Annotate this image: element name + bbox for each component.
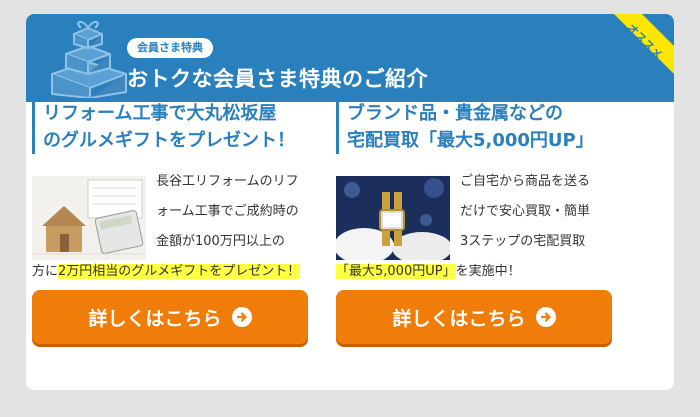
kaitori-desc-line2: だけで安心買取・簡単: [460, 204, 591, 219]
house-calculator-image: [32, 176, 146, 260]
kaitori-offer-title: ブランド品・貴金属などの 宅配買取「最大5,000円UP」: [336, 100, 612, 154]
arrow-right-circle-icon: [231, 307, 252, 327]
reform-title-line1: リフォーム工事で大丸松坂屋: [43, 103, 277, 124]
reform-details-button[interactable]: 詳しくはこちら: [32, 290, 308, 344]
recommend-ribbon: オススメ: [594, 14, 674, 94]
benefits-header: 会員さま特典 おトクな会員さま特典のご紹介 オススメ: [26, 14, 674, 102]
reform-offer-title: リフォーム工事で大丸松坂屋 のグルメギフトをプレゼント！: [32, 100, 308, 154]
reform-desc-line3: 金額が100万円以上の: [156, 234, 285, 249]
member-benefit-badge: 会員さま特典: [127, 38, 213, 58]
kaitori-desc-line4: 「最大5,000円UP」を実施中！: [336, 262, 521, 282]
takuhai-kaitori-offer: ブランド品・貴金属などの 宅配買取「最大5,000円UP」 ご自宅から商品を送る…: [336, 100, 612, 294]
reform-title-line2: のグルメギフトをプレゼント！: [43, 130, 295, 151]
arrow-right-circle-icon: [535, 307, 556, 327]
kaitori-desc-line1: ご自宅から商品を送る: [460, 174, 591, 189]
reform-details-label: 詳しくはこちら: [88, 307, 222, 330]
kaitori-details-button[interactable]: 詳しくはこちら: [336, 290, 612, 344]
kaitori-offer-body: ご自宅から商品を送る だけで安心買取・簡単 3ステップの宅配買取 「最大5,00…: [336, 172, 612, 294]
gift-boxes-icon: [51, 21, 127, 98]
kaitori-details-label: 詳しくはこちら: [392, 307, 526, 330]
kaitori-desc-line3: 3ステップの宅配買取: [460, 234, 586, 249]
kaitori-highlight-text: 「最大5,000円UP」: [336, 264, 456, 279]
reform-highlight-text: 2万円相当のグルメギフトをプレゼント！: [58, 264, 301, 279]
kaitori-desc-suffix: を実施中！: [455, 264, 521, 279]
reform-desc-line1: 長谷工リフォームのリフ: [156, 174, 299, 189]
kaitori-title-line1: ブランド品・貴金属などの: [347, 103, 563, 124]
page-title: おトクな会員さま特典のご紹介: [127, 67, 428, 91]
reform-offer: リフォーム工事で大丸松坂屋 のグルメギフトをプレゼント！ 長谷工リフォームのリフ…: [32, 100, 308, 294]
reform-desc-line2: ォーム工事でご成約時の: [156, 204, 299, 219]
reform-desc-line4: 方に2万円相当のグルメギフトをプレゼント！: [32, 262, 301, 282]
ribbon-shape-icon: オススメ: [614, 14, 674, 74]
watch-gloves-image: [336, 176, 450, 260]
reform-desc-prefix: 方に: [32, 264, 59, 279]
kaitori-title-line2: 宅配買取「最大5,000円UP」: [347, 130, 594, 151]
reform-offer-body: 長谷工リフォームのリフ ォーム工事でご成約時の 金額が100万円以上の 方に2万…: [32, 172, 308, 294]
